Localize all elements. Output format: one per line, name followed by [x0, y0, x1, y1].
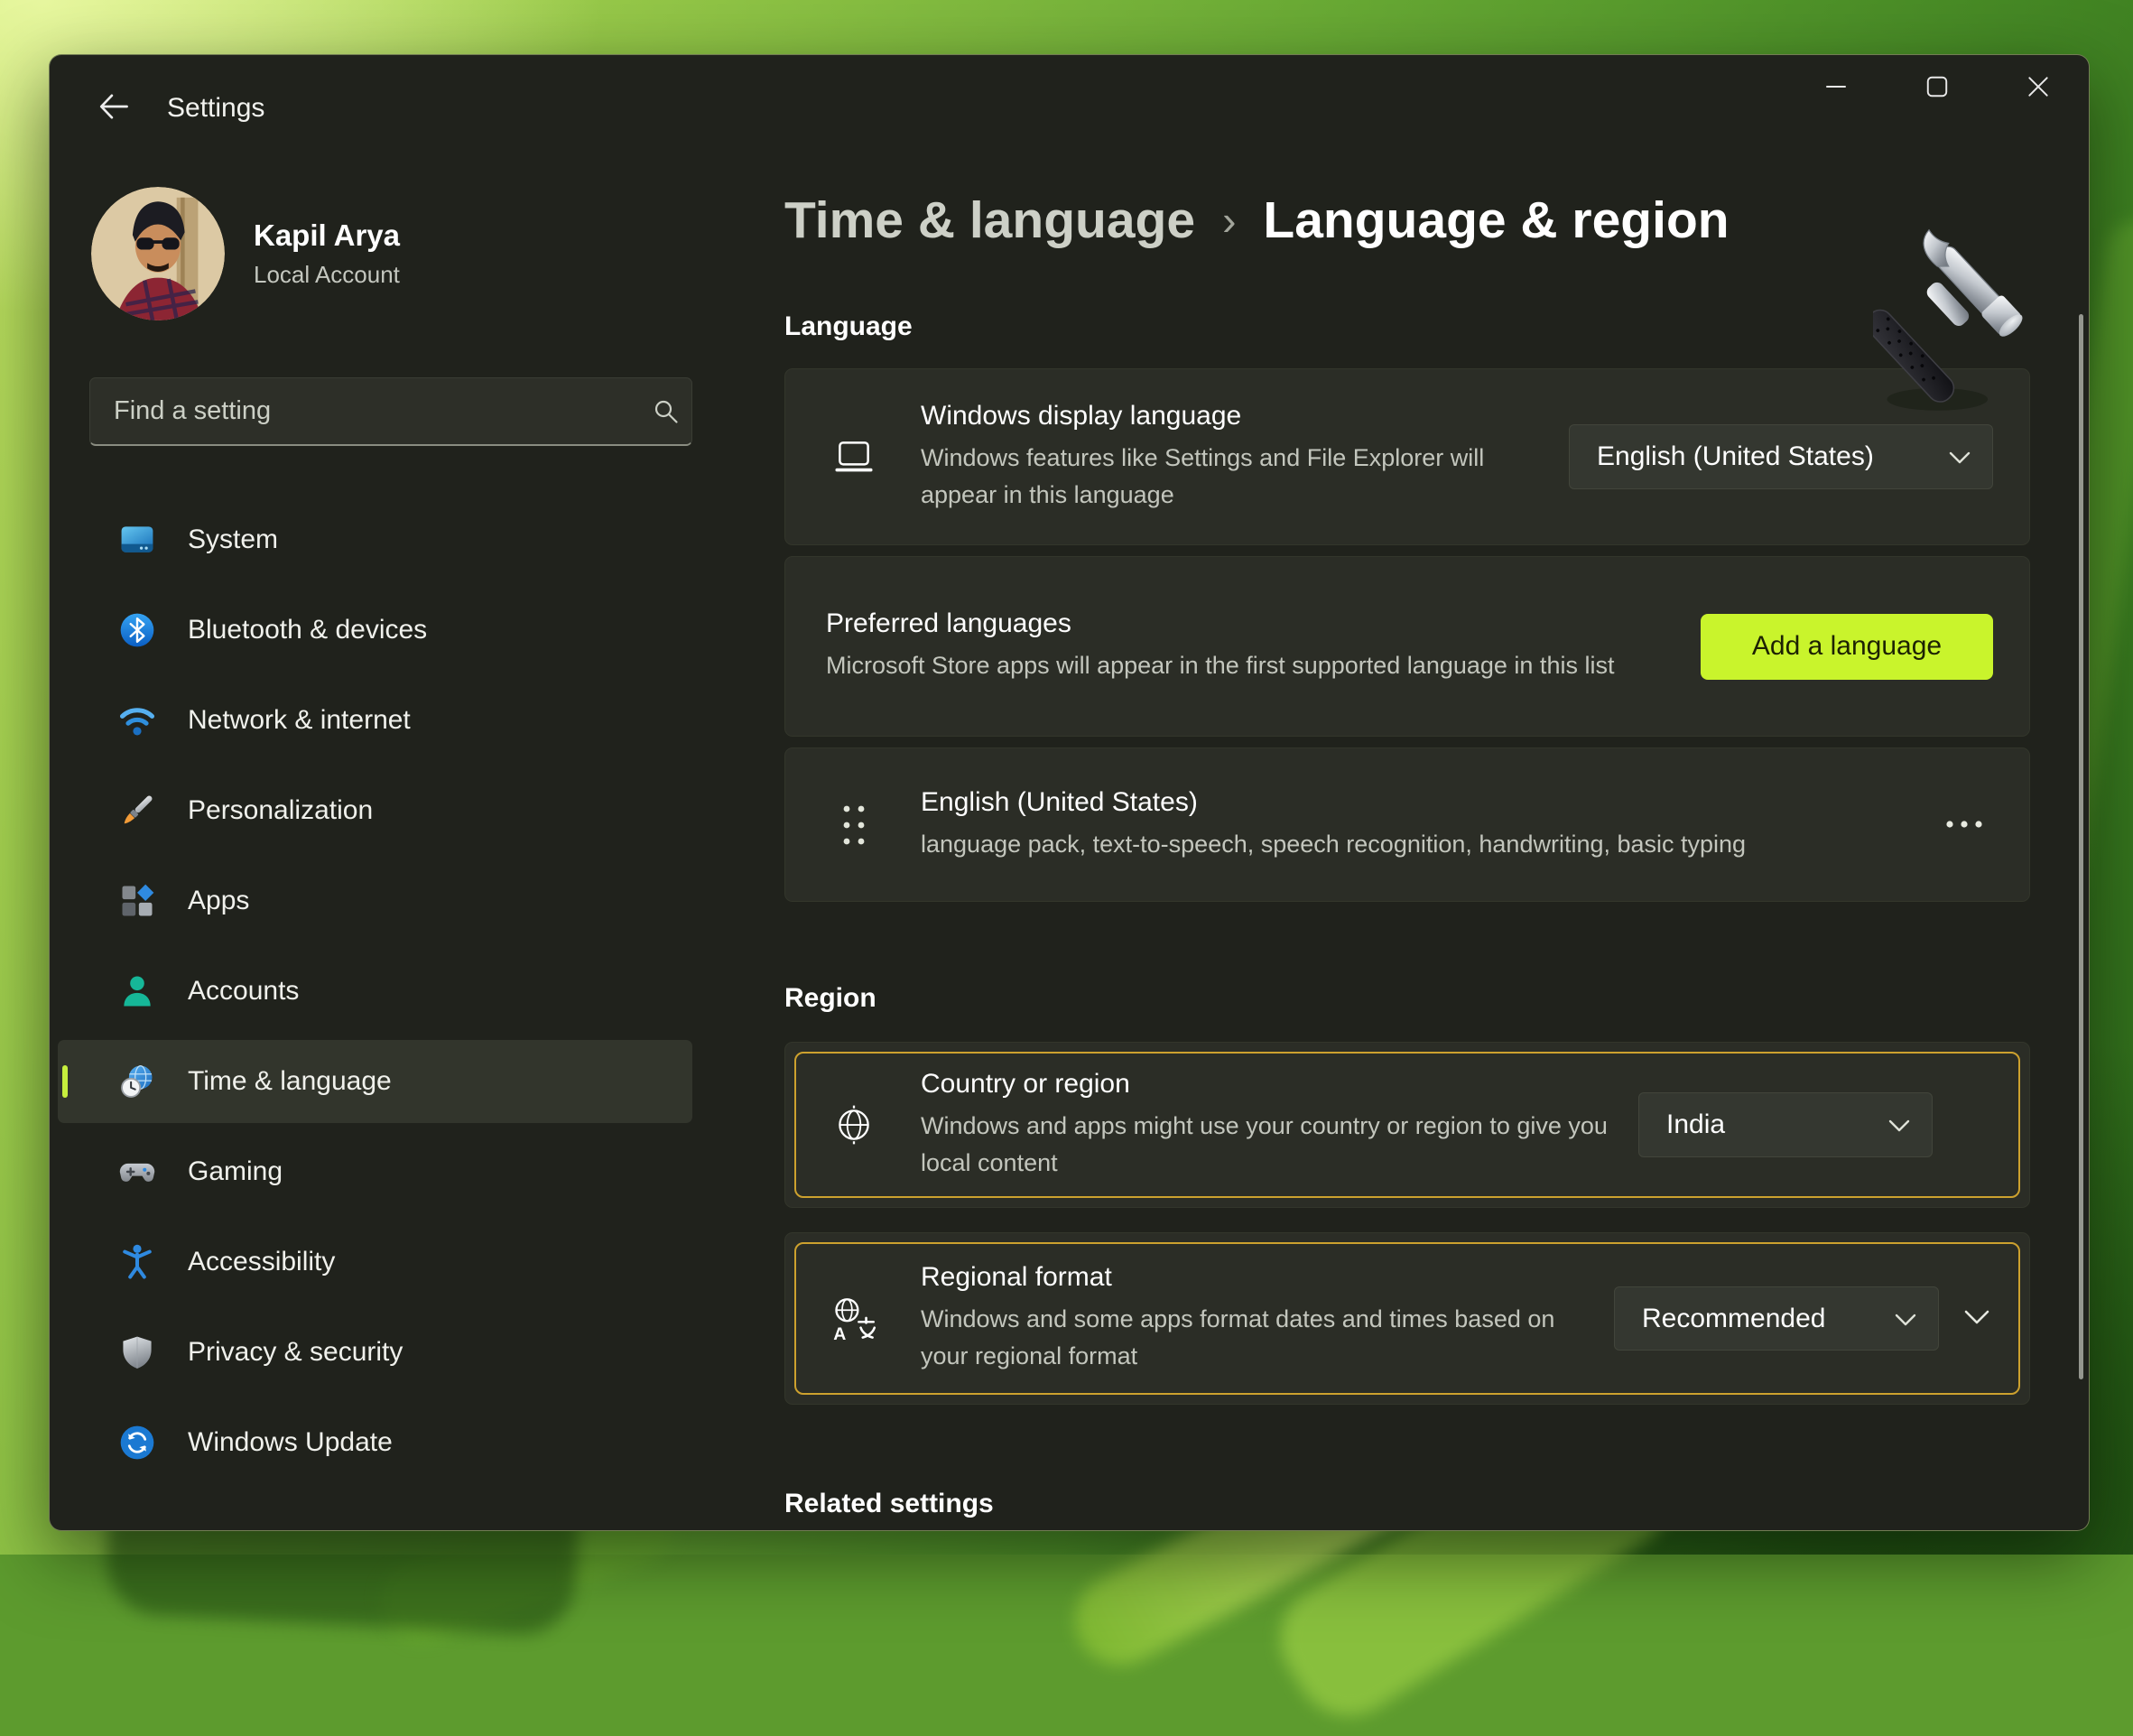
country-dropdown[interactable]: India	[1638, 1092, 1933, 1157]
page-title: Language & region	[1263, 190, 1729, 250]
back-arrow-icon	[95, 88, 131, 127]
scrollbar[interactable]	[2079, 314, 2083, 1379]
setting-title: Preferred languages	[826, 608, 1674, 639]
windows-display-language-card: Windows display language Windows feature…	[784, 368, 2030, 545]
setting-description: Windows features like Settings and File …	[921, 440, 1542, 514]
account-type: Local Account	[254, 261, 400, 289]
sidebar-item-windows-update[interactable]: Windows Update	[58, 1401, 692, 1484]
preferred-languages-card: Preferred languages Microsoft Store apps…	[784, 556, 2030, 737]
bluetooth-icon	[117, 610, 157, 650]
breadcrumb: Time & language › Language & region	[784, 190, 1730, 250]
system-icon	[117, 520, 157, 560]
sidebar-item-label: Network & internet	[188, 705, 411, 736]
regional-format-dropdown[interactable]: Recommended	[1614, 1286, 1939, 1351]
language-features: language pack, text-to-speech, speech re…	[921, 826, 1869, 863]
sidebar-item-label: Time & language	[188, 1066, 392, 1097]
drag-handle-icon[interactable]	[829, 804, 879, 846]
accessibility-person-icon	[117, 1242, 157, 1282]
sidebar-item-label: Windows Update	[188, 1427, 393, 1458]
update-arrows-icon	[117, 1423, 157, 1462]
clock-globe-icon	[117, 1062, 157, 1101]
sidebar-item-label: Gaming	[188, 1156, 283, 1187]
settings-window: Settings	[49, 54, 2090, 1531]
more-options-button[interactable]	[1935, 805, 1993, 845]
user-profile[interactable]: Kapil Arya Local Account	[91, 186, 400, 321]
sidebar-item-personalization[interactable]: Personalization	[58, 769, 692, 852]
display-language-dropdown[interactable]: English (United States)	[1569, 424, 1993, 489]
sidebar-item-label: Privacy & security	[188, 1337, 403, 1368]
breadcrumb-separator-icon: ›	[1222, 196, 1236, 245]
dropdown-value: English (United States)	[1597, 441, 1874, 472]
chevron-down-icon	[1895, 1304, 1916, 1334]
setting-title: Country or region	[921, 1069, 1611, 1100]
window-title: Settings	[167, 93, 264, 124]
sidebar-nav: System Bluetooth & devices Network & int…	[58, 498, 692, 1491]
sidebar-item-label: System	[188, 525, 278, 555]
display-language-icon	[829, 434, 879, 479]
sidebar-item-network-internet[interactable]: Network & internet	[58, 679, 692, 762]
language-section-heading: Language	[784, 311, 913, 342]
country-or-region-card: Country or region Windows and apps might…	[784, 1042, 2030, 1208]
wifi-icon	[117, 701, 157, 740]
expand-card-button[interactable]	[1961, 1299, 1993, 1339]
svg-text:A: A	[833, 1323, 846, 1341]
sidebar-item-gaming[interactable]: Gaming	[58, 1130, 692, 1213]
regional-format-card: A Regional format Windows and some apps …	[784, 1232, 2030, 1405]
back-button[interactable]	[88, 84, 138, 131]
sidebar-item-label: Personalization	[188, 795, 373, 826]
setting-description: Windows and some apps format dates and t…	[921, 1301, 1587, 1375]
shield-icon	[117, 1332, 157, 1372]
search-icon	[641, 398, 691, 425]
search-box[interactable]	[89, 377, 692, 446]
setting-description: Windows and apps might use your country …	[921, 1108, 1611, 1182]
game-controller-icon	[117, 1152, 157, 1192]
dropdown-value: Recommended	[1642, 1304, 1825, 1334]
chevron-down-icon	[1963, 1309, 1990, 1329]
apps-grid-icon	[117, 881, 157, 921]
person-icon	[117, 971, 157, 1011]
sidebar-item-privacy-security[interactable]: Privacy & security	[58, 1311, 692, 1394]
sidebar-item-apps[interactable]: Apps	[58, 859, 692, 942]
sidebar-item-accounts[interactable]: Accounts	[58, 950, 692, 1033]
user-name: Kapil Arya	[254, 218, 400, 253]
related-settings-heading: Related settings	[784, 1489, 994, 1519]
ellipsis-icon	[1944, 818, 1984, 831]
installed-language-row: English (United States) language pack, t…	[784, 747, 2030, 902]
chevron-down-icon	[1949, 441, 1971, 472]
dropdown-value: India	[1666, 1109, 1725, 1140]
sidebar-item-accessibility[interactable]: Accessibility	[58, 1221, 692, 1304]
main-content: Time & language › Language & region Lang…	[784, 55, 2030, 1530]
sidebar-item-label: Apps	[188, 886, 249, 916]
sidebar-item-label: Bluetooth & devices	[188, 615, 427, 645]
paintbrush-icon	[117, 791, 157, 831]
sidebar-item-bluetooth-devices[interactable]: Bluetooth & devices	[58, 589, 692, 672]
add-language-button[interactable]: Add a language	[1701, 614, 1993, 680]
sidebar-item-label: Accessibility	[188, 1247, 335, 1277]
setting-title: Regional format	[921, 1262, 1587, 1293]
setting-description: Microsoft Store apps will appear in the …	[826, 647, 1674, 684]
language-name: English (United States)	[921, 787, 1908, 818]
setting-title: Windows display language	[921, 401, 1542, 432]
sidebar-item-label: Accounts	[188, 976, 299, 1007]
regional-format-icon: A	[829, 1295, 879, 1342]
region-section-heading: Region	[784, 983, 876, 1014]
avatar	[91, 187, 225, 320]
sidebar-item-system[interactable]: System	[58, 498, 692, 581]
globe-icon	[829, 1102, 879, 1147]
selected-accent-bar	[62, 1065, 68, 1098]
search-input[interactable]	[90, 396, 641, 426]
chevron-down-icon	[1888, 1109, 1910, 1140]
breadcrumb-parent[interactable]: Time & language	[784, 190, 1195, 250]
sidebar-item-time-language[interactable]: Time & language	[58, 1040, 692, 1123]
